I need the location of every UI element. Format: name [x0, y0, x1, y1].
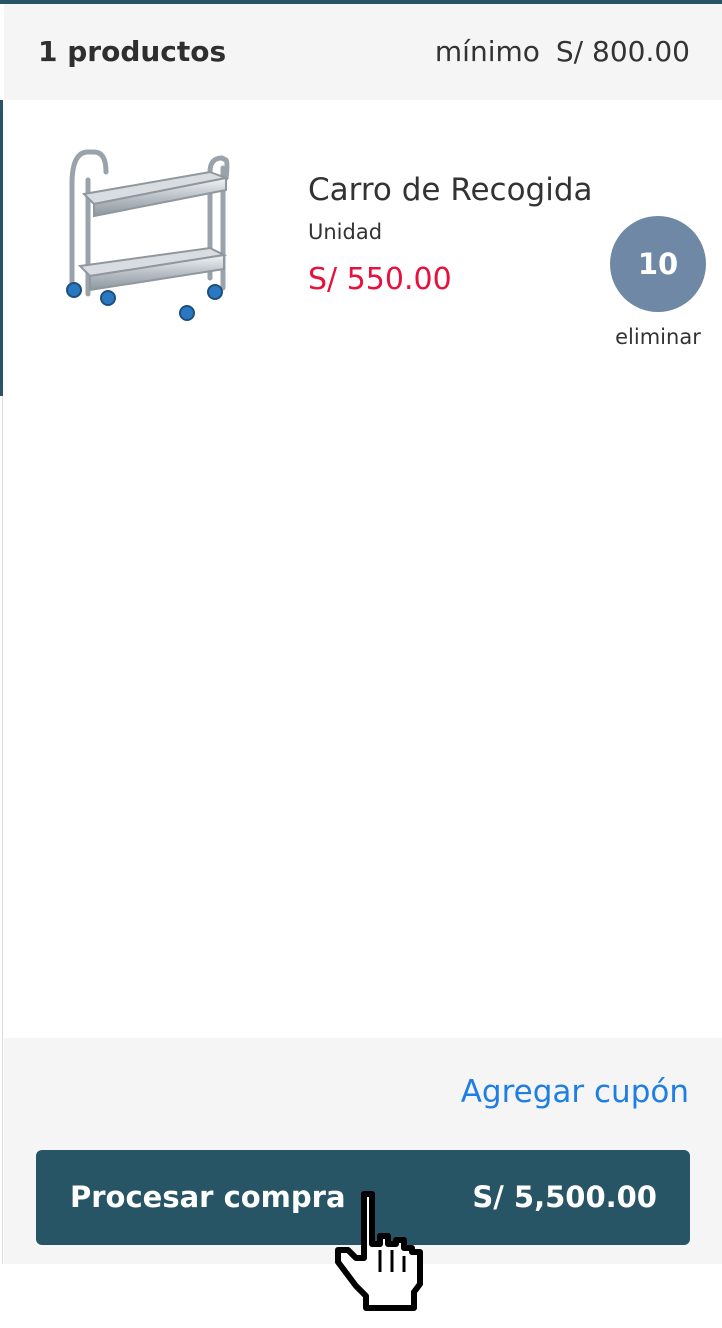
minimum-label: mínimo — [434, 35, 540, 68]
product-name[interactable]: Carro de Recogida — [308, 172, 593, 208]
cart-item-count: 1 productos — [38, 35, 227, 68]
left-border — [2, 396, 3, 1264]
remove-item-link[interactable]: eliminar — [606, 325, 710, 349]
hand-cursor-icon — [335, 1191, 423, 1311]
add-coupon-link[interactable]: Agregar cupón — [461, 1074, 689, 1110]
checkout-label: Procesar compra — [70, 1180, 346, 1214]
product-price: S/ 550.00 — [308, 262, 452, 297]
product-unit: Unidad — [308, 220, 383, 244]
checkout-total: S/ 5,500.00 — [472, 1180, 657, 1214]
cart-header: 1 productos mínimo S/ 800.00 — [4, 4, 722, 100]
minimum-amount: S/ 800.00 — [555, 35, 690, 68]
quantity-badge[interactable]: 10 — [610, 216, 706, 312]
service-trolley-image — [66, 149, 230, 321]
left-accent-bar — [0, 100, 3, 396]
cart-minimum: mínimo S/ 800.00 — [435, 35, 690, 68]
